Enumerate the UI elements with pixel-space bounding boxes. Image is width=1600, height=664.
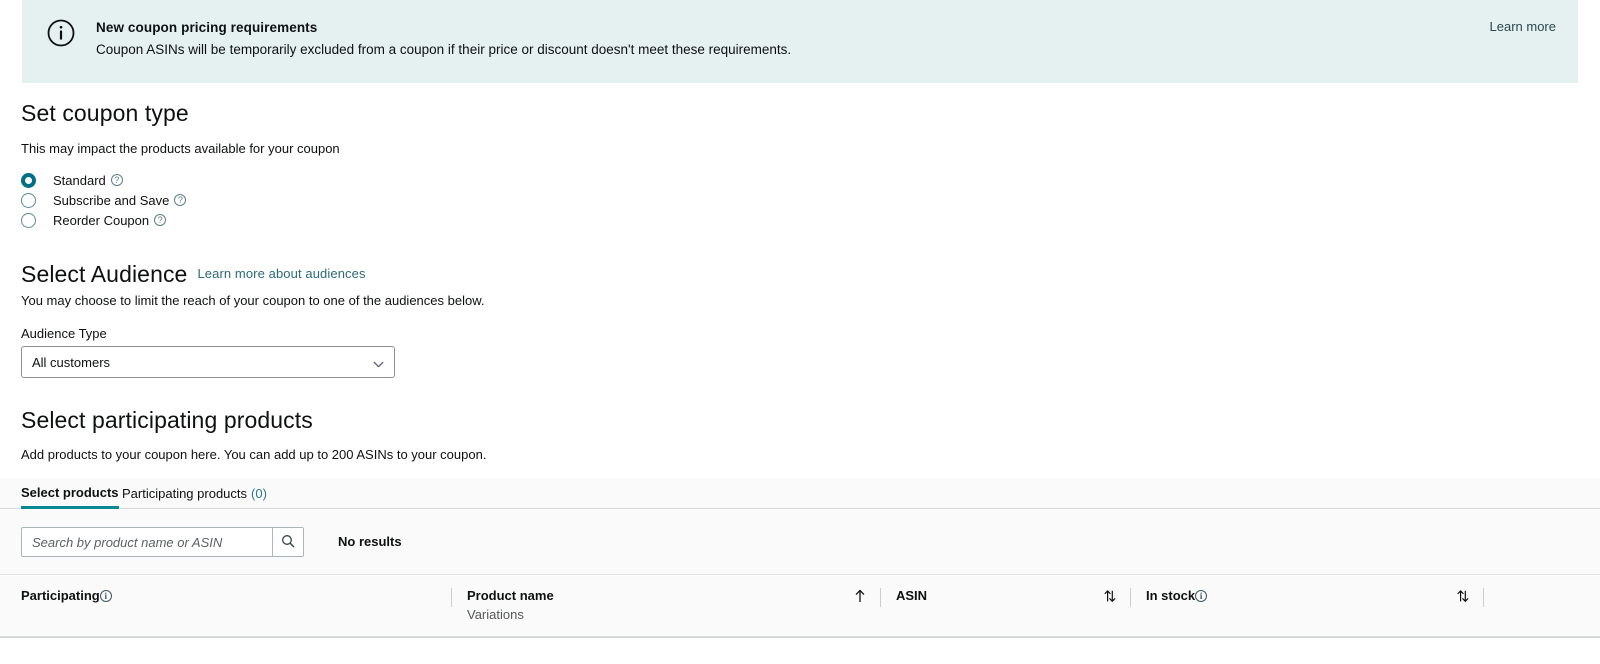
info-banner: New coupon pricing requirements Coupon A… bbox=[22, 0, 1578, 83]
column-header-participating-label: Participating bbox=[21, 588, 100, 603]
products-tabstrip: Select products Participating products (… bbox=[0, 478, 1600, 509]
audience-heading-text: Select Audience bbox=[21, 261, 187, 287]
tab-select-products[interactable]: Select products bbox=[21, 478, 119, 509]
question-mark-icon-reorder-coupon[interactable]: ? bbox=[154, 214, 166, 226]
info-circle-icon bbox=[46, 18, 76, 48]
radio-indicator-standard[interactable] bbox=[21, 173, 36, 188]
page-title-products: Select participating products bbox=[21, 407, 313, 434]
column-header-in-stock-label: In stock bbox=[1146, 588, 1195, 603]
search-icon bbox=[281, 534, 295, 551]
tab-participating-products-label: Participating products bbox=[122, 486, 247, 501]
column-header-asin-label: ASIN bbox=[896, 588, 927, 603]
radio-label-standard: Standard bbox=[53, 173, 106, 188]
radio-label-subscribe-and-save: Subscribe and Save bbox=[53, 193, 169, 208]
coupon-type-radio-group: Standard ? Subscribe and Save ? Reorder … bbox=[21, 170, 186, 230]
column-divider-4 bbox=[1483, 588, 1484, 607]
products-description: Add products to your coupon here. You ca… bbox=[21, 447, 486, 462]
column-divider-3 bbox=[1130, 588, 1131, 607]
audience-type-label: Audience Type bbox=[21, 326, 107, 341]
search-input[interactable] bbox=[21, 527, 272, 557]
products-table-body bbox=[0, 637, 1600, 664]
column-header-product-name-label: Product name bbox=[467, 588, 554, 603]
page-title-coupon-type: Set coupon type bbox=[21, 100, 189, 127]
sort-ascending-icon-product-name[interactable] bbox=[853, 588, 867, 604]
column-header-asin[interactable]: ASIN bbox=[896, 588, 927, 603]
question-mark-icon-standard[interactable]: ? bbox=[111, 174, 123, 186]
sort-icon-in-stock[interactable] bbox=[1456, 588, 1470, 604]
column-header-in-stock[interactable]: In stocki bbox=[1146, 588, 1207, 603]
coupon-type-description: This may impact the products available f… bbox=[21, 141, 340, 156]
search-button[interactable] bbox=[272, 527, 304, 557]
radio-option-standard[interactable]: Standard ? bbox=[21, 170, 186, 190]
column-divider-1 bbox=[451, 588, 452, 607]
page-title-audience: Select Audience Learn more about audience… bbox=[21, 261, 366, 288]
audience-description: You may choose to limit the reach of you… bbox=[21, 293, 485, 308]
radio-indicator-subscribe-and-save[interactable] bbox=[21, 193, 36, 208]
banner-title: New coupon pricing requirements bbox=[96, 19, 1490, 37]
tab-participating-products[interactable]: Participating products (0) bbox=[122, 478, 267, 509]
product-search-group bbox=[21, 527, 304, 557]
banner-learn-more-link[interactable]: Learn more bbox=[1490, 19, 1556, 34]
column-header-variations-label: Variations bbox=[467, 607, 524, 622]
audience-type-selected-value: All customers bbox=[32, 355, 373, 370]
info-icon-participating[interactable]: i bbox=[100, 590, 112, 602]
radio-option-reorder-coupon[interactable]: Reorder Coupon ? bbox=[21, 210, 186, 230]
banner-message: Coupon ASINs will be temporarily exclude… bbox=[96, 41, 1490, 59]
tab-select-products-label: Select products bbox=[21, 485, 119, 500]
radio-label-reorder-coupon: Reorder Coupon bbox=[53, 213, 149, 228]
question-mark-icon-subscribe-and-save[interactable]: ? bbox=[174, 194, 186, 206]
product-search-row: No results bbox=[0, 509, 1600, 575]
column-header-product-name[interactable]: Product name bbox=[467, 588, 554, 603]
column-header-participating[interactable]: Participatingi bbox=[21, 588, 112, 603]
audience-type-select[interactable]: All customers bbox=[21, 346, 395, 378]
tab-participating-products-count: (0) bbox=[251, 486, 267, 501]
audience-learn-more-link[interactable]: Learn more about audiences bbox=[197, 266, 365, 281]
coupon-creation-page: New coupon pricing requirements Coupon A… bbox=[0, 0, 1600, 664]
radio-indicator-reorder-coupon[interactable] bbox=[21, 213, 36, 228]
search-results-status: No results bbox=[338, 534, 402, 549]
products-table-header: Participatingi Product name Variations A… bbox=[0, 576, 1600, 637]
radio-option-subscribe-and-save[interactable]: Subscribe and Save ? bbox=[21, 190, 186, 210]
info-icon-in-stock[interactable]: i bbox=[1195, 590, 1207, 602]
chevron-down-icon bbox=[373, 357, 384, 368]
column-divider-2 bbox=[880, 588, 881, 607]
banner-text-block: New coupon pricing requirements Coupon A… bbox=[96, 19, 1490, 59]
sort-icon-asin[interactable] bbox=[1103, 588, 1117, 604]
